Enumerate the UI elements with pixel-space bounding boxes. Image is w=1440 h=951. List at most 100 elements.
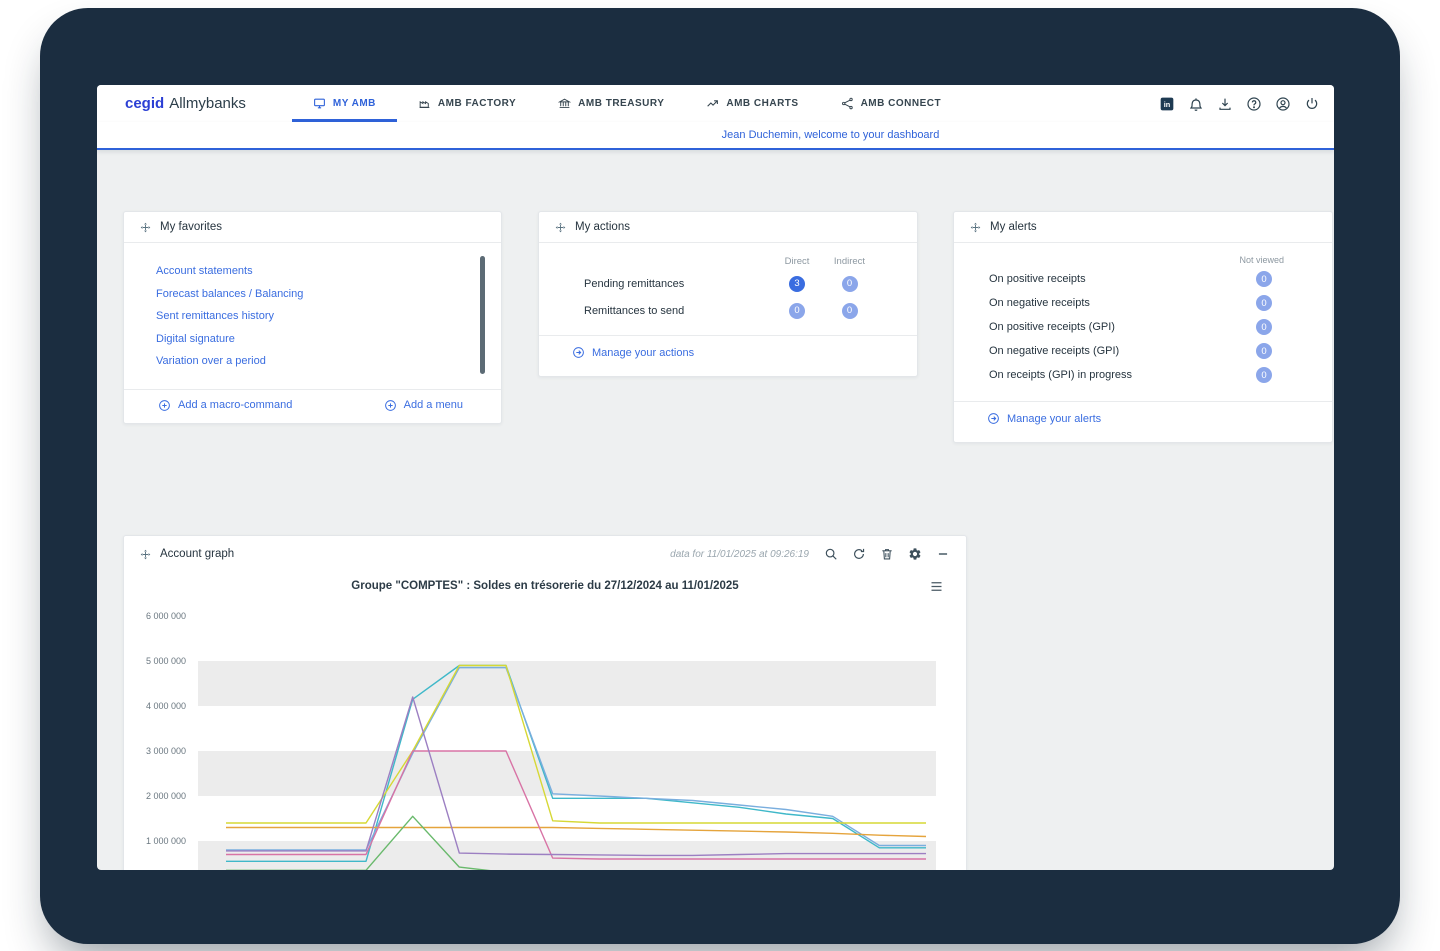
app-logo[interactable]: cegid Allmybanks: [125, 85, 246, 122]
favorites-card-footer: Add a macro-command Add a menu: [124, 388, 501, 423]
nav-tab-label: MY AMB: [332, 98, 376, 109]
dashboard-content: My favorites Account statements Forecast…: [97, 150, 1334, 870]
column-direct: Direct: [784, 256, 810, 267]
manage-actions-button[interactable]: Manage your actions: [572, 346, 694, 359]
move-icon[interactable]: [140, 549, 151, 560]
add-menu-label: Add a menu: [403, 399, 463, 411]
chart-title: Groupe "COMPTES" : Soldes en trésorerie …: [351, 580, 739, 592]
favorite-link-variation-period[interactable]: Variation over a period: [156, 350, 471, 373]
actions-card-header: My actions: [539, 212, 917, 243]
user-icon[interactable]: [1275, 96, 1291, 112]
monitor-icon: [313, 97, 326, 110]
chart-menu-icon[interactable]: [929, 579, 944, 597]
zoom-icon[interactable]: [824, 547, 838, 561]
card-title: My actions: [575, 221, 630, 233]
action-row-remittances-to-send: Remittances to send 0 0: [539, 300, 917, 321]
alerts-card-footer: Manage your alerts: [954, 402, 1332, 442]
utility-icons: in: [1159, 85, 1320, 122]
device-frame: cegid Allmybanks MY AMB AMB FACTORY AMB …: [40, 8, 1400, 944]
main-nav: MY AMB AMB FACTORY AMB TREASURY AMB CHAR…: [292, 85, 962, 122]
svg-text:6 000 000: 6 000 000: [146, 611, 186, 621]
alert-row-label: On negative receipts: [989, 297, 1090, 309]
actions-column-headers: Direct Indirect: [539, 243, 917, 267]
manage-alerts-label: Manage your alerts: [1007, 412, 1102, 425]
favorite-link-digital-signature[interactable]: Digital signature: [156, 328, 471, 351]
favorite-link-forecast-balances[interactable]: Forecast balances / Balancing: [156, 283, 471, 306]
favorite-link-account-statements[interactable]: Account statements: [156, 260, 471, 283]
move-icon[interactable]: [555, 222, 566, 233]
circled-arrow-icon: [987, 412, 1000, 425]
alert-row-receipts-gpi-in-progress: On receipts (GPI) in progress 0: [954, 363, 1332, 387]
nav-tab-amb-connect[interactable]: AMB CONNECT: [820, 85, 963, 122]
favorites-list: Account statements Forecast balances / B…: [124, 243, 501, 389]
alert-row-label: On negative receipts (GPI): [989, 345, 1120, 357]
welcome-banner: Jean Duchemin, welcome to your dashboard: [97, 122, 1334, 150]
svg-text:in: in: [1164, 100, 1171, 109]
card-title: My alerts: [990, 221, 1037, 233]
graph-card-header: Account graph data for 11/01/2025 at 09:…: [124, 536, 966, 572]
svg-text:4 000 000: 4 000 000: [146, 701, 186, 711]
my-alerts-card: My alerts Not viewed On positive receipt…: [953, 211, 1333, 443]
svg-text:5 000 000: 5 000 000: [146, 656, 186, 666]
nav-tab-label: AMB FACTORY: [437, 98, 517, 109]
count-badge: 0: [1256, 367, 1272, 383]
count-badge: 0: [1256, 343, 1272, 359]
collapse-icon[interactable]: [936, 547, 950, 561]
alert-row-positive-receipts: On positive receipts 0: [954, 267, 1332, 291]
app-window: cegid Allmybanks MY AMB AMB FACTORY AMB …: [97, 85, 1334, 870]
logo-cegid: cegid: [125, 95, 165, 112]
download-icon[interactable]: [1217, 96, 1233, 112]
graph-meta: data for 11/01/2025 at 09:26:19: [670, 547, 950, 561]
power-icon[interactable]: [1304, 96, 1320, 112]
linkedin-icon[interactable]: in: [1159, 96, 1175, 112]
my-favorites-card: My favorites Account statements Forecast…: [123, 211, 502, 424]
count-badge-indirect: 0: [841, 302, 858, 319]
add-macro-command-button[interactable]: Add a macro-command: [158, 399, 292, 412]
bell-icon[interactable]: [1188, 96, 1204, 112]
refresh-icon[interactable]: [852, 547, 866, 561]
count-badge: 0: [1256, 271, 1272, 287]
nav-tab-amb-charts[interactable]: AMB CHARTS: [685, 85, 819, 122]
svg-text:2 000 000: 2 000 000: [146, 791, 186, 801]
circled-plus-icon: [158, 399, 171, 412]
chart-title-row: Groupe "COMPTES" : Soldes en trésorerie …: [124, 580, 966, 592]
alert-row-label: On positive receipts (GPI): [989, 321, 1115, 333]
circled-arrow-icon: [572, 346, 585, 359]
nav-tab-label: AMB TREASURY: [578, 98, 665, 109]
alert-row-label: On positive receipts: [989, 273, 1086, 285]
favorites-card-header: My favorites: [124, 212, 501, 243]
series-orange: [226, 826, 927, 838]
factory-icon: [418, 97, 431, 110]
gear-icon[interactable]: [908, 547, 922, 561]
action-row-label: Remittances to send: [584, 304, 685, 317]
nav-tab-label: AMB CHARTS: [726, 98, 799, 109]
nav-tab-amb-treasury[interactable]: AMB TREASURY: [537, 85, 685, 122]
trash-icon[interactable]: [880, 547, 894, 561]
alerts-card-header: My alerts: [954, 212, 1332, 243]
nav-tab-my-amb[interactable]: MY AMB: [292, 85, 397, 122]
svg-text:3 000 000: 3 000 000: [146, 746, 186, 756]
favorites-scrollbar[interactable]: [480, 256, 485, 374]
add-menu-button[interactable]: Add a menu: [384, 399, 463, 412]
manage-actions-label: Manage your actions: [592, 346, 695, 359]
action-row-pending-remittances: Pending remittances 3 0: [539, 273, 917, 294]
nav-tab-label: AMB CONNECT: [860, 98, 942, 109]
alert-row-label: On receipts (GPI) in progress: [989, 369, 1133, 381]
nav-tab-amb-factory[interactable]: AMB FACTORY: [397, 85, 537, 122]
connect-icon: [841, 97, 854, 110]
svg-text:1 000 000: 1 000 000: [146, 836, 186, 846]
count-badge: 0: [1256, 319, 1272, 335]
move-icon[interactable]: [140, 222, 151, 233]
manage-alerts-button[interactable]: Manage your alerts: [987, 412, 1101, 425]
move-icon[interactable]: [970, 222, 981, 233]
data-timestamp: data for 11/01/2025 at 09:26:19: [670, 548, 809, 560]
my-actions-card: My actions Direct Indirect Pending remit…: [538, 211, 918, 377]
graph-toolbar: [824, 547, 950, 561]
favorite-link-sent-remittances[interactable]: Sent remittances history: [156, 305, 471, 328]
count-badge-direct: 0: [789, 302, 805, 319]
help-icon[interactable]: [1246, 96, 1262, 112]
bank-icon: [558, 97, 572, 110]
card-title: My favorites: [160, 221, 222, 233]
count-badge-direct: 3: [789, 275, 805, 292]
account-chart: 6 000 000 5 000 000 4 000 000 3 000 000 2 00…: [146, 611, 936, 870]
